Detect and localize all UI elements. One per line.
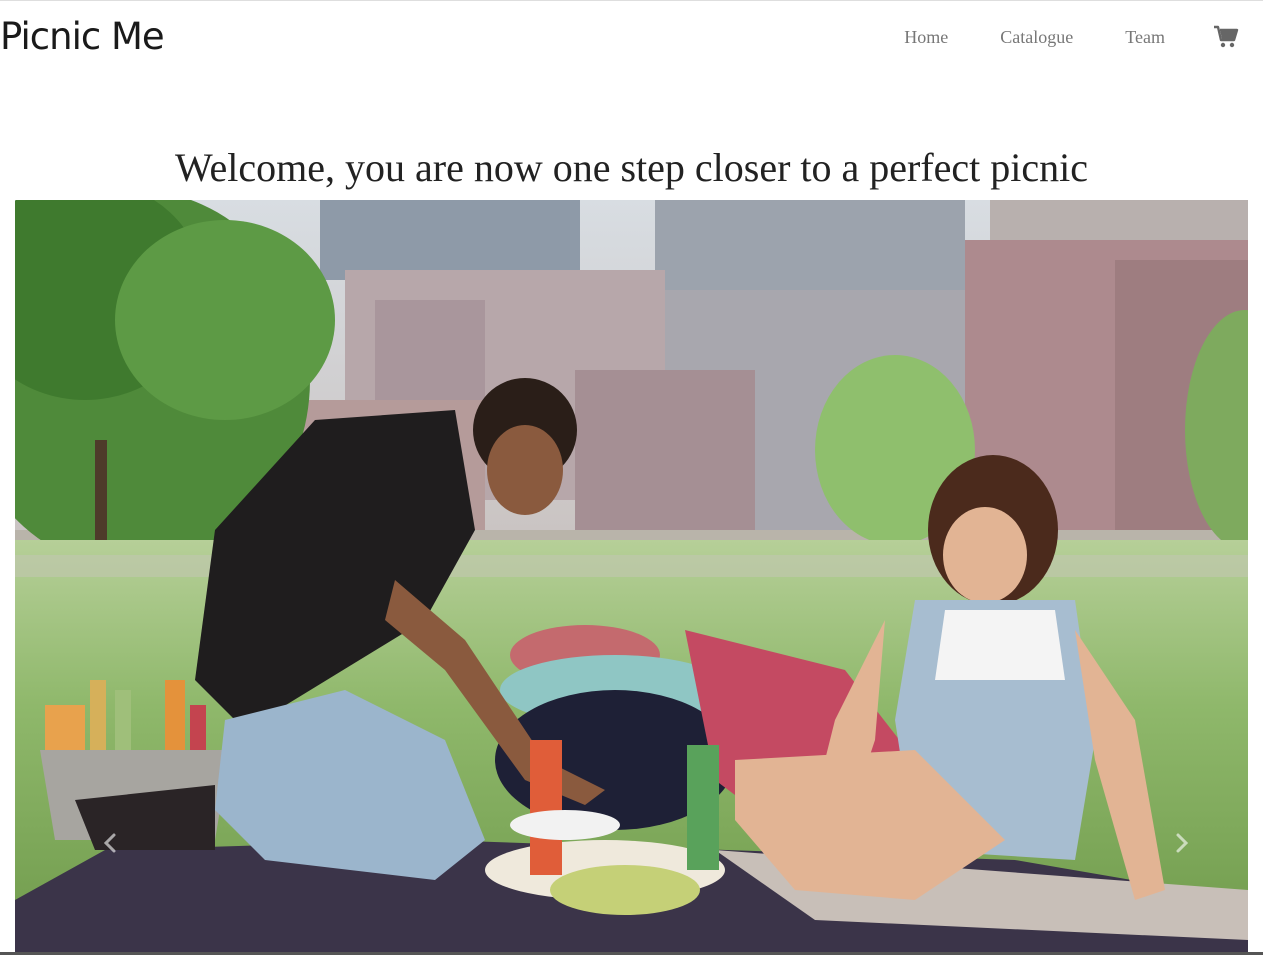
- carousel-next-button[interactable]: [1167, 828, 1197, 858]
- page-title: Welcome, you are now one step closer to …: [174, 145, 1089, 190]
- navbar: Picnic Me Home Catalogue Team: [0, 1, 1263, 73]
- nav-link-catalogue[interactable]: Catalogue: [1000, 25, 1073, 49]
- couple-picnic-in-park-photo: [15, 200, 1248, 955]
- image-carousel: [15, 200, 1248, 955]
- chevron-right-icon: [1176, 833, 1189, 853]
- nav-link-team[interactable]: Team: [1125, 25, 1165, 49]
- chevron-left-icon: [103, 833, 116, 853]
- carousel-prev-button[interactable]: [95, 828, 125, 858]
- brand-logo-link[interactable]: Picnic Me: [0, 15, 165, 59]
- nav-menu: Home Catalogue Team: [904, 25, 1165, 49]
- cart-button[interactable]: [1213, 25, 1239, 49]
- shopping-cart-icon: [1214, 25, 1239, 48]
- nav-link-home[interactable]: Home: [904, 25, 948, 49]
